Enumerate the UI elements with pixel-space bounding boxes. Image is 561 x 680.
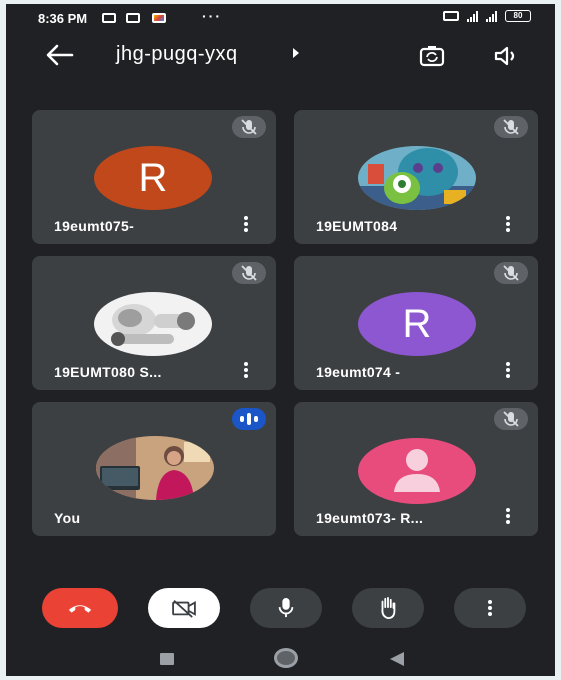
more-options-button[interactable] — [454, 588, 526, 628]
message-notification-icon — [102, 13, 116, 23]
more-options-icon — [488, 600, 492, 616]
end-call-button[interactable] — [42, 588, 118, 628]
speaking-indicator — [232, 408, 266, 430]
microphone-button[interactable] — [250, 588, 322, 628]
participant-name: 19eumt075- — [54, 218, 135, 234]
participant-tile[interactable]: 19EUMT080 S... — [32, 256, 276, 390]
mic-off-icon — [503, 411, 519, 427]
recent-apps-icon[interactable] — [160, 653, 174, 665]
avatar: R — [358, 292, 476, 356]
muted-mic-badge — [494, 408, 528, 430]
participant-name: 19EUMT084 — [316, 218, 398, 234]
back-arrow-icon[interactable] — [44, 42, 74, 68]
avatar-photo — [94, 292, 212, 356]
participant-tile[interactable]: 19EUMT084 — [294, 110, 538, 244]
mic-off-icon — [241, 119, 257, 135]
avatar: R — [94, 146, 212, 210]
raise-hand-icon — [381, 597, 396, 620]
avatar-letter: R — [402, 301, 432, 346]
status-time: 8:36 PM — [38, 11, 88, 26]
participant-name: 19EUMT080 S... — [54, 364, 162, 380]
status-bar: 8:36 PM ··· 80 — [6, 4, 555, 32]
more-options-icon[interactable] — [506, 216, 510, 232]
avatar-photo — [96, 436, 214, 500]
participant-name: You — [54, 510, 81, 526]
back-nav-icon[interactable] — [390, 652, 404, 666]
home-icon[interactable] — [274, 648, 298, 668]
avatar-photo — [358, 146, 476, 210]
speaker-audio-icon[interactable] — [492, 42, 520, 70]
message-notification-icon — [126, 13, 140, 23]
generic-person-icon — [394, 449, 440, 492]
microphone-icon — [278, 598, 294, 618]
switch-camera-icon[interactable] — [418, 42, 446, 70]
volte-icon — [443, 11, 459, 21]
meeting-code-title[interactable]: jhg-pugq-yxq — [116, 43, 238, 66]
participant-tile[interactable]: R 19eumt075- — [32, 110, 276, 244]
participant-name: 19eumt074 - — [316, 364, 401, 380]
camera-off-icon — [172, 600, 196, 618]
mic-off-icon — [503, 265, 519, 281]
signal-strength-icon — [467, 10, 478, 22]
avatar — [358, 438, 476, 504]
more-options-icon[interactable] — [244, 216, 248, 232]
end-call-icon — [68, 605, 92, 613]
signal-strength-icon — [486, 10, 497, 22]
more-options-icon[interactable] — [506, 508, 510, 524]
meet-screen: 8:36 PM ··· 80 jhg-pugq-yxq R 19eumt075-… — [6, 4, 555, 676]
meeting-details-arrow-icon[interactable] — [293, 48, 299, 58]
mic-off-icon — [503, 119, 519, 135]
app-notification-icon — [152, 13, 166, 23]
self-tile[interactable]: You — [32, 402, 276, 536]
participant-name: 19eumt073- R... — [316, 510, 424, 526]
cartoon-monsters-image — [358, 146, 476, 210]
muted-mic-badge — [494, 262, 528, 284]
raise-hand-button[interactable] — [352, 588, 424, 628]
muted-mic-badge — [232, 262, 266, 284]
more-options-icon[interactable] — [506, 362, 510, 378]
muted-mic-badge — [232, 116, 266, 138]
more-options-icon[interactable] — [244, 362, 248, 378]
participant-tile[interactable]: 19eumt073- R... — [294, 402, 538, 536]
camera-toggle-button[interactable] — [148, 588, 220, 628]
robot-image — [94, 292, 212, 356]
participant-tile[interactable]: R 19eumt074 - — [294, 256, 538, 390]
battery-icon: 80 — [505, 10, 531, 22]
more-notifications-icon: ··· — [202, 8, 222, 24]
mic-off-icon — [241, 265, 257, 281]
avatar-letter: R — [138, 155, 168, 200]
status-right: 80 — [443, 10, 531, 22]
person-photo-image — [96, 436, 214, 500]
meeting-header: jhg-pugq-yxq — [6, 32, 555, 82]
muted-mic-badge — [494, 116, 528, 138]
